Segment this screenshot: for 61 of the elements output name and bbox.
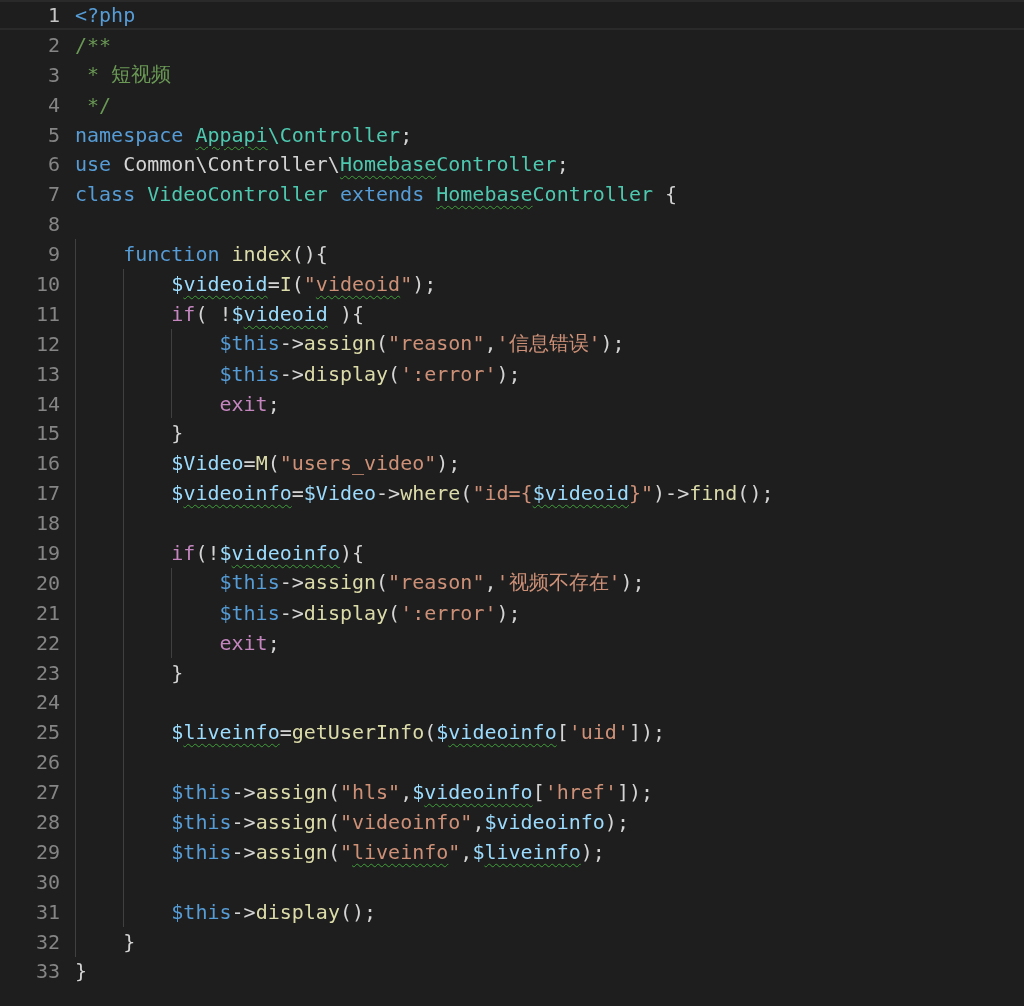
line-number: 32 xyxy=(34,929,61,954)
line-number: 28 xyxy=(34,810,61,834)
code-line: function index(){ xyxy=(122,242,328,267)
code-line: $this->display(':error'); xyxy=(218,600,521,625)
code-line: $this->assign("liveinfo",$liveinfo); xyxy=(170,839,605,864)
line-number: 5 xyxy=(46,122,61,147)
line-number: 17 xyxy=(34,481,61,506)
line-number: 12 xyxy=(34,331,61,356)
line-number: 20 xyxy=(34,570,61,595)
line-number: 9 xyxy=(46,242,61,267)
line-number: 26 xyxy=(34,750,61,775)
line-number: 7 xyxy=(46,182,61,207)
code-line: $videoid=I("videoid"); xyxy=(170,271,437,296)
line-number: 25 xyxy=(34,720,61,745)
line-number: 29 xyxy=(34,839,61,864)
line-number: 2 xyxy=(46,32,61,57)
line-number: 8 xyxy=(46,212,61,237)
line-number: 13 xyxy=(34,361,61,386)
code-line: } xyxy=(170,660,184,685)
line-number: 30 xyxy=(34,869,61,894)
code-line: $videoinfo=$Video->where("id={$videoid}")->find(); xyxy=(170,481,774,506)
line-number: 22 xyxy=(34,630,61,655)
line-number: 21 xyxy=(34,600,61,625)
code-line: use Common\Controller\HomebaseController; xyxy=(75,152,569,177)
code-line: $this->assign("reason",'视频不存在'); xyxy=(218,569,645,597)
code-line: } xyxy=(170,421,184,446)
line-number: 24 xyxy=(34,690,61,715)
code-line: $liveinfo=getUserInfo($videoinfo['uid']); xyxy=(170,720,666,745)
line-number: 1 xyxy=(46,2,61,27)
line-number: 11 xyxy=(34,301,61,326)
code-line: */ xyxy=(86,92,112,117)
code-line: /** xyxy=(75,32,112,57)
code-line: } xyxy=(75,959,88,984)
code-line: exit; xyxy=(218,391,280,416)
code-line: if(!$videoinfo){ xyxy=(170,540,365,565)
code-line: if( !$videoid ){ xyxy=(170,301,364,326)
code-line: $this->assign("videoinfo",$videoinfo); xyxy=(170,810,629,834)
code-line: $Video=M("users_video"); xyxy=(170,451,461,476)
code-line: $this->display(':error'); xyxy=(218,361,521,386)
code-line: $this->assign("hls",$videoinfo['href']); xyxy=(170,780,654,805)
code-line: exit; xyxy=(218,630,280,655)
line-number: 15 xyxy=(34,421,61,446)
line-number: 19 xyxy=(34,540,61,565)
code-line: namespace Appapi\Controller; xyxy=(75,122,413,147)
code-line: $this->assign("reason",'信息错误'); xyxy=(218,330,625,358)
code-line: * 短视频 xyxy=(86,61,172,89)
line-number: 33 xyxy=(34,959,61,984)
line-number: 31 xyxy=(34,899,61,924)
line-number: 10 xyxy=(34,271,61,296)
line-number: 16 xyxy=(34,451,61,476)
line-number: 3 xyxy=(46,62,61,87)
line-number: 14 xyxy=(34,391,61,416)
line-number: 27 xyxy=(34,780,61,805)
line-number: 23 xyxy=(34,660,61,685)
code-line: <?php xyxy=(75,2,136,27)
line-number: 4 xyxy=(46,92,61,117)
code-line: $this->display(); xyxy=(170,899,377,924)
code-line: class VideoController extends HomebaseController { xyxy=(75,182,678,207)
line-number: 6 xyxy=(46,152,61,177)
line-number: 18 xyxy=(34,511,61,536)
code-line: } xyxy=(122,929,136,954)
